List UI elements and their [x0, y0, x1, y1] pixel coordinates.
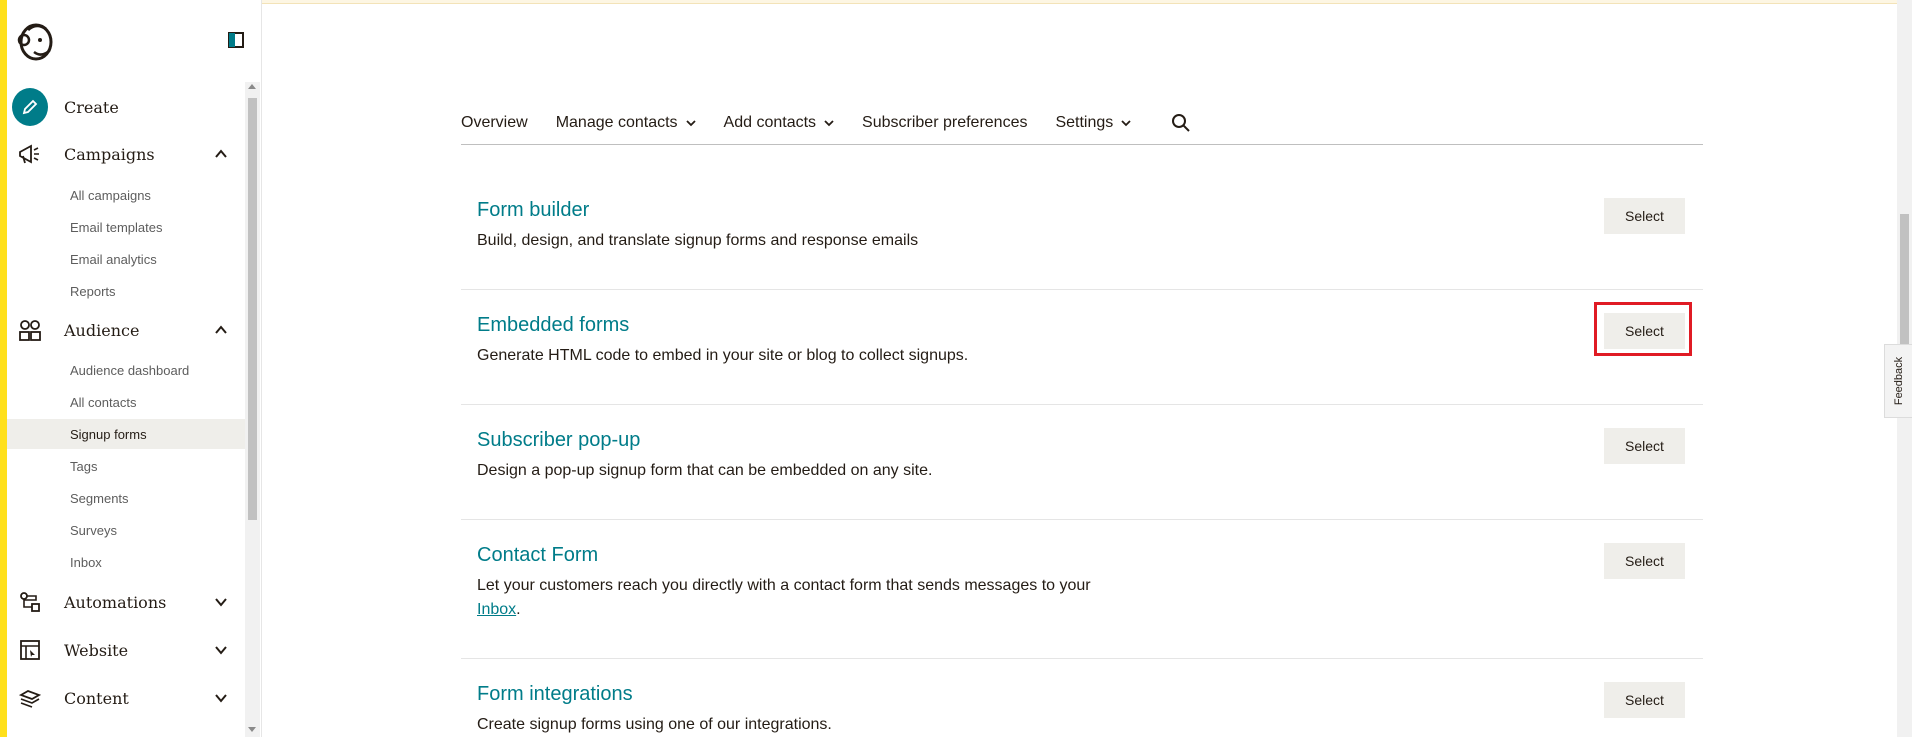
nav-create-label: Create — [64, 97, 119, 117]
sidebar-item-email-analytics[interactable]: Email analytics — [7, 244, 245, 274]
nav-website[interactable]: Website — [12, 630, 232, 670]
feedback-tab[interactable]: Feedback — [1884, 344, 1912, 418]
form-option-title[interactable]: Form builder — [477, 199, 589, 222]
nav-automations[interactable]: Automations — [12, 582, 232, 622]
chevron-down-icon[interactable] — [214, 643, 228, 657]
nav-campaigns-label: Campaigns — [64, 144, 155, 164]
sidebar-item-signup-forms[interactable]: Signup forms — [7, 419, 245, 449]
form-option-title[interactable]: Embedded forms — [477, 314, 629, 337]
megaphone-icon — [12, 136, 48, 172]
audience-icon — [12, 312, 48, 348]
nav-content[interactable]: Content — [12, 678, 232, 718]
select-subscriber-popup-button[interactable]: Select — [1604, 428, 1685, 464]
form-option-title[interactable]: Contact Form — [477, 544, 598, 567]
highlight-box — [1594, 302, 1692, 356]
tab-manage-contacts[interactable]: Manage contacts — [556, 114, 696, 132]
form-option-title[interactable]: Subscriber pop-up — [477, 429, 640, 452]
search-icon[interactable] — [1171, 113, 1191, 133]
sidebar-item-inbox[interactable]: Inbox — [7, 547, 245, 577]
form-option-row: Subscriber pop-up Design a pop-up signup… — [461, 405, 1703, 520]
select-form-integrations-button[interactable]: Select — [1604, 682, 1685, 718]
tab-overview[interactable]: Overview — [461, 114, 528, 132]
form-option-description: Design a pop-up signup form that can be … — [477, 462, 933, 479]
sidebar-item-audience-dashboard[interactable]: Audience dashboard — [7, 355, 245, 385]
nav-create[interactable]: Create — [12, 87, 232, 127]
nav-automations-label: Automations — [64, 592, 167, 612]
pencil-icon — [12, 88, 48, 126]
sidebar-item-all-contacts[interactable]: All contacts — [7, 387, 245, 417]
sidebar-item-all-campaigns[interactable]: All campaigns — [7, 180, 245, 210]
form-option-description: Create signup forms using one of our int… — [477, 716, 832, 733]
sidebar-toggle-icon[interactable] — [228, 32, 244, 48]
nav-website-label: Website — [64, 640, 129, 660]
form-option-row: Form integrations Create signup forms us… — [461, 659, 1703, 749]
page-scrollbar-thumb[interactable] — [1900, 214, 1909, 344]
automations-icon — [12, 584, 48, 620]
content-icon — [12, 680, 48, 716]
chevron-down-icon — [1121, 120, 1131, 127]
form-option-row: Form builder Build, design, and translat… — [461, 175, 1703, 290]
website-icon — [12, 632, 48, 668]
tab-settings[interactable]: Settings — [1055, 114, 1131, 132]
chevron-down-icon — [824, 120, 834, 127]
sidebar-scrollbar-thumb[interactable] — [248, 98, 257, 520]
audience-tabs: Overview Manage contacts Add contacts Su… — [461, 102, 1703, 145]
chevron-down-icon[interactable] — [214, 691, 228, 705]
form-option-description: Let your customers reach you directly wi… — [477, 577, 1091, 618]
nav-content-label: Content — [64, 688, 129, 708]
nav-campaigns[interactable]: Campaigns — [12, 134, 232, 174]
form-option-title[interactable]: Form integrations — [477, 683, 633, 706]
scroll-up-arrow-icon[interactable] — [248, 84, 256, 89]
scroll-down-arrow-icon[interactable] — [248, 727, 256, 732]
sidebar-item-email-templates[interactable]: Email templates — [7, 212, 245, 242]
chevron-down-icon[interactable] — [214, 595, 228, 609]
nav-audience-label: Audience — [64, 320, 140, 340]
tab-add-contacts[interactable]: Add contacts — [724, 114, 835, 132]
sidebar-divider — [261, 0, 262, 737]
form-option-description: Generate HTML code to embed in your site… — [477, 347, 969, 364]
sidebar-item-reports[interactable]: Reports — [7, 276, 245, 306]
brand-accent-bar — [0, 0, 7, 737]
chevron-up-icon[interactable] — [214, 323, 228, 337]
form-option-description: Build, design, and translate signup form… — [477, 232, 919, 249]
sidebar-item-surveys[interactable]: Surveys — [7, 515, 245, 545]
sidebar-item-tags[interactable]: Tags — [7, 451, 245, 481]
chevron-up-icon[interactable] — [214, 147, 228, 161]
select-form-builder-button[interactable]: Select — [1604, 198, 1685, 234]
nav-audience[interactable]: Audience — [12, 310, 232, 350]
chevron-down-icon — [685, 120, 696, 127]
form-option-row: Embedded forms Generate HTML code to emb… — [461, 290, 1703, 405]
inbox-link[interactable]: Inbox — [477, 601, 516, 618]
mailchimp-logo-icon[interactable] — [14, 20, 60, 62]
sidebar-item-segments[interactable]: Segments — [7, 483, 245, 513]
tab-subscriber-preferences[interactable]: Subscriber preferences — [862, 114, 1027, 132]
form-option-row: Contact Form Let your customers reach yo… — [461, 520, 1703, 659]
select-contact-form-button[interactable]: Select — [1604, 543, 1685, 579]
top-notice-strip — [262, 0, 1912, 4]
